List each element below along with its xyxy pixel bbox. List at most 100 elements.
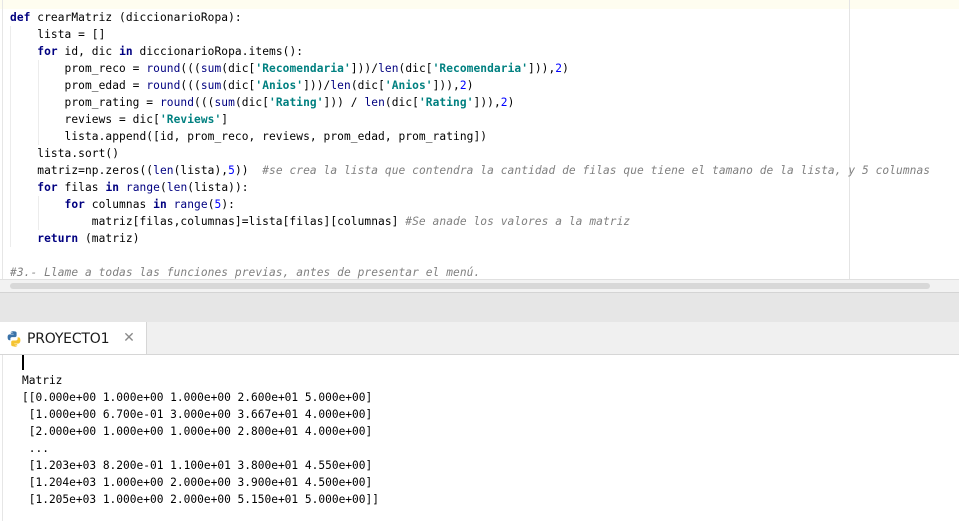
code-token: 2 (500, 96, 508, 109)
code-line[interactable]: def crearMatriz (diccionarioRopa): (10, 9, 242, 26)
code-line[interactable]: reviews = dic['Reviews'] (10, 111, 229, 128)
console-tab-label: PROYECTO1 (27, 331, 110, 347)
code-token: ]))/ (350, 62, 379, 75)
code-token: )) (234, 164, 263, 177)
python-icon (5, 330, 23, 348)
code-token: 'Rating' (269, 96, 324, 109)
code-token: ])), (528, 62, 556, 75)
code-line[interactable]: prom_rating = round(((sum(dic['Rating'])… (10, 94, 515, 111)
console-output[interactable]: Matriz [[0.000e+00 1.000e+00 1.000e+00 2.… (0, 355, 959, 521)
output-line: [2.000e+00 1.000e+00 1.000e+00 2.800e+01… (22, 425, 373, 438)
code-token: ])) / (323, 96, 365, 109)
code-token: id, dic (57, 45, 120, 58)
code-token: lista.sort() (10, 147, 120, 160)
output-line: [1.000e+00 6.700e-01 3.000e+00 3.667e+01… (22, 408, 373, 421)
code-line[interactable]: prom_reco = round(((sum (dic['Recomendari… (10, 60, 569, 77)
code-token: diccionarioRopa.items(): (132, 45, 304, 58)
code-token: 5 (228, 164, 235, 177)
editor-top-band (0, 0, 959, 9)
code-line[interactable]: matriz=np.zeros((len(lista),5)) #se crea… (10, 162, 930, 179)
code-token: lista.append([id, prom_reco, reviews, pr… (10, 130, 488, 143)
code-token: matriz=np.zeros(( (10, 164, 154, 177)
code-token: ((( (194, 96, 215, 109)
code-token: return (37, 232, 79, 245)
code-token: ]))/ (303, 79, 331, 92)
code-token: (dic[ (384, 96, 419, 109)
code-token: range (173, 198, 208, 211)
code-line[interactable]: for id, dic in diccionarioRopa.items(): (10, 43, 303, 60)
code-token: len (153, 164, 174, 177)
code-token: reviews = dic[ (10, 113, 160, 126)
code-token: for (37, 181, 58, 194)
horizontal-scrollbar[interactable] (0, 279, 959, 292)
code-token: (lista), (173, 164, 229, 177)
code-token: len (378, 62, 399, 75)
code-token: 'Reviews' (159, 113, 222, 126)
code-token: sum (200, 62, 222, 75)
code-token: round (146, 79, 181, 92)
console-tab-bar: PROYECTO1 ✕ (0, 322, 959, 355)
code-token: ])), (432, 79, 460, 92)
code-token: ] (221, 113, 229, 126)
code-token: lista = [] (10, 28, 106, 41)
code-token: 2 (459, 79, 467, 92)
console-tab[interactable]: PROYECTO1 ✕ (0, 322, 147, 354)
code-token: (dic[ (221, 79, 256, 92)
code-token: (matriz) (78, 232, 140, 245)
code-token: (dic[ (398, 62, 433, 75)
code-token: ) (507, 96, 515, 109)
code-token: len (364, 96, 385, 109)
close-icon[interactable]: ✕ (121, 330, 137, 346)
code-token: ): (221, 198, 235, 211)
code-line[interactable]: lista.append([id, prom_reco, reviews, pr… (10, 128, 487, 145)
code-line[interactable]: lista = [] (10, 26, 105, 43)
code-token: #Se anade los valores a la matriz (405, 215, 631, 228)
code-token: ((( (180, 79, 201, 92)
code-editor[interactable]: def crearMatriz (diccionarioRopa): lista… (0, 0, 959, 292)
code-token: ) (466, 79, 474, 92)
pane-splitter[interactable] (0, 292, 959, 323)
code-token: (lista)): (187, 181, 249, 194)
code-token: prom_reco = (10, 62, 147, 75)
code-token: len (166, 181, 188, 194)
code-token: len (330, 79, 351, 92)
code-token: 'Recomendaria' (432, 62, 529, 75)
code-token: columnas (84, 198, 154, 211)
code-token: prom_edad = (10, 79, 147, 92)
code-token: sum (200, 79, 222, 92)
editor-gutter (2, 0, 3, 292)
code-line[interactable]: for filas in range(len(lista)): (10, 179, 249, 196)
output-line: [[0.000e+00 1.000e+00 1.000e+00 2.600e+0… (22, 391, 373, 404)
code-token: ) (562, 62, 569, 75)
code-token: in (119, 45, 133, 58)
code-token: 'Anios' (384, 79, 433, 92)
code-token: for (37, 45, 58, 58)
code-token: ])), (473, 96, 501, 109)
code-line[interactable]: for columnas in range(5): (10, 196, 235, 213)
code-line[interactable]: lista.sort() (10, 145, 119, 162)
code-token: #se crea la lista que contendra la canti… (262, 164, 931, 177)
code-token: #3.- Llame a todas las funciones previas… (10, 266, 481, 279)
scrollbar-thumb[interactable] (10, 283, 930, 289)
code-token: round (146, 62, 181, 75)
code-token: ( (159, 181, 167, 194)
right-margin-guide (849, 0, 850, 292)
code-token: range (125, 181, 160, 194)
code-line[interactable]: prom_edad = round(((sum(dic[ 'Anios' ]))/l… (10, 77, 474, 94)
output-line: [1.205e+03 1.000e+00 2.000e+00 5.150e+01… (22, 493, 379, 506)
code-token: prom_rating = (10, 96, 160, 109)
code-token: 'Rating' (418, 96, 474, 109)
code-line[interactable]: return (matriz) (10, 230, 140, 247)
code-token: ( (207, 198, 215, 211)
code-token: crearMatriz (diccionarioRopa): (30, 11, 242, 24)
output-line: [1.204e+03 1.000e+00 2.000e+00 3.900e+01… (22, 476, 373, 489)
code-token: ((( (180, 62, 201, 75)
console-gutter (2, 355, 3, 521)
code-line[interactable]: matriz[filas,columnas]=lista[filas][colu… (10, 213, 630, 230)
output-line: [1.203e+03 8.200e-01 1.100e+01 3.800e+01… (22, 459, 373, 472)
code-token: (dic[ (234, 96, 270, 109)
